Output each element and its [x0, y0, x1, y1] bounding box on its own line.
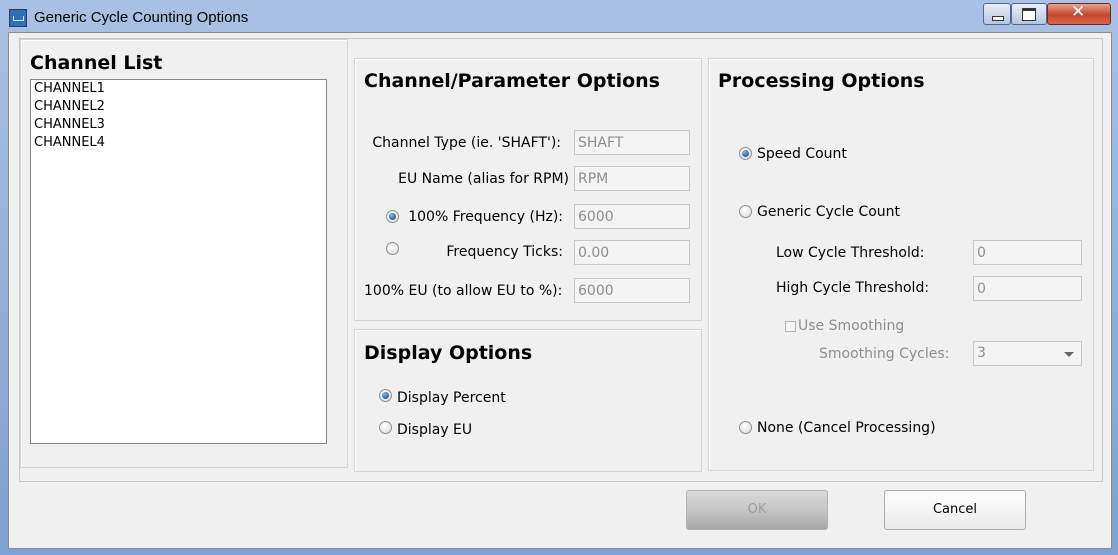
frequency-ticks-field[interactable]: 0.00	[574, 240, 690, 265]
display-options-title: Display Options	[364, 342, 533, 364]
frequency-ticks-label: Frequency Ticks:	[446, 244, 563, 260]
close-icon: ✕	[1071, 2, 1086, 22]
minimize-icon	[992, 16, 1004, 21]
none-cancel-radio[interactable]	[739, 421, 752, 434]
high-threshold-label: High Cycle Threshold:	[776, 280, 930, 296]
eu-percent-label: 100% EU (to allow EU to %):	[364, 283, 563, 299]
processing-options-panel: Processing Options Speed Count Generic C…	[708, 58, 1094, 471]
display-percent-radio[interactable]	[379, 389, 392, 402]
list-item[interactable]: CHANNEL1	[31, 80, 326, 98]
frequency-ticks-radio[interactable]	[386, 242, 399, 255]
channel-parameter-title: Channel/Parameter Options	[364, 70, 660, 92]
high-threshold-field[interactable]: 0	[973, 276, 1082, 301]
client-area: Channel List CHANNEL1 CHANNEL2 CHANNEL3 …	[8, 32, 1112, 549]
channel-listbox[interactable]: CHANNEL1 CHANNEL2 CHANNEL3 CHANNEL4	[30, 79, 327, 444]
smoothing-cycles-value: 3	[977, 345, 986, 361]
speed-count-radio[interactable]	[739, 147, 752, 160]
eu-name-field[interactable]: RPM	[574, 166, 690, 191]
channel-list-panel: Channel List CHANNEL1 CHANNEL2 CHANNEL3 …	[20, 39, 348, 468]
channel-type-label: Channel Type (ie. 'SHAFT'):	[372, 135, 561, 151]
use-smoothing-label: Use Smoothing	[798, 318, 905, 334]
chevron-down-icon	[1064, 352, 1074, 357]
speed-count-label[interactable]: Speed Count	[757, 146, 847, 162]
low-threshold-label: Low Cycle Threshold:	[776, 245, 925, 261]
processing-options-title: Processing Options	[718, 70, 925, 92]
none-cancel-label[interactable]: None (Cancel Processing)	[757, 420, 936, 436]
display-eu-label[interactable]: Display EU	[397, 422, 472, 438]
title-bar[interactable]: Generic Cycle Counting Options ✕	[0, 0, 1118, 32]
low-threshold-field[interactable]: 0	[973, 240, 1082, 265]
channel-parameter-panel: Channel/Parameter Options Channel Type (…	[354, 58, 702, 321]
generic-cycle-count-radio[interactable]	[739, 205, 752, 218]
smoothing-cycles-dropdown[interactable]: 3	[973, 341, 1082, 366]
list-item[interactable]: CHANNEL2	[31, 98, 326, 116]
eu-percent-field[interactable]: 6000	[574, 278, 690, 303]
list-item[interactable]: CHANNEL3	[31, 116, 326, 134]
list-item[interactable]: CHANNEL4	[31, 134, 326, 152]
display-eu-radio[interactable]	[379, 421, 392, 434]
channel-list-title: Channel List	[30, 52, 163, 74]
use-smoothing-checkbox[interactable]	[785, 321, 796, 332]
display-options-panel: Display Options Display Percent Display …	[354, 329, 702, 472]
frequency-radio[interactable]	[386, 210, 399, 223]
frequency-label: 100% Frequency (Hz):	[408, 209, 563, 225]
maximize-icon	[1022, 8, 1036, 21]
channel-type-field[interactable]: SHAFT	[574, 130, 690, 155]
display-percent-label[interactable]: Display Percent	[397, 390, 506, 406]
eu-name-label: EU Name (alias for RPM)	[398, 171, 569, 187]
app-icon	[9, 9, 27, 27]
generic-cycle-count-label[interactable]: Generic Cycle Count	[757, 204, 900, 220]
maximize-button[interactable]	[1011, 3, 1047, 25]
content-frame: Channel List CHANNEL1 CHANNEL2 CHANNEL3 …	[19, 38, 1103, 482]
window-title: Generic Cycle Counting Options	[34, 9, 249, 26]
minimize-button[interactable]	[983, 3, 1011, 25]
smoothing-cycles-label: Smoothing Cycles:	[819, 346, 950, 362]
frequency-field[interactable]: 6000	[574, 204, 690, 229]
dialog-window: Generic Cycle Counting Options ✕ Channel…	[0, 0, 1118, 555]
cancel-button[interactable]: Cancel	[884, 490, 1026, 530]
ok-button[interactable]: OK	[686, 490, 828, 530]
close-button[interactable]: ✕	[1047, 2, 1111, 25]
